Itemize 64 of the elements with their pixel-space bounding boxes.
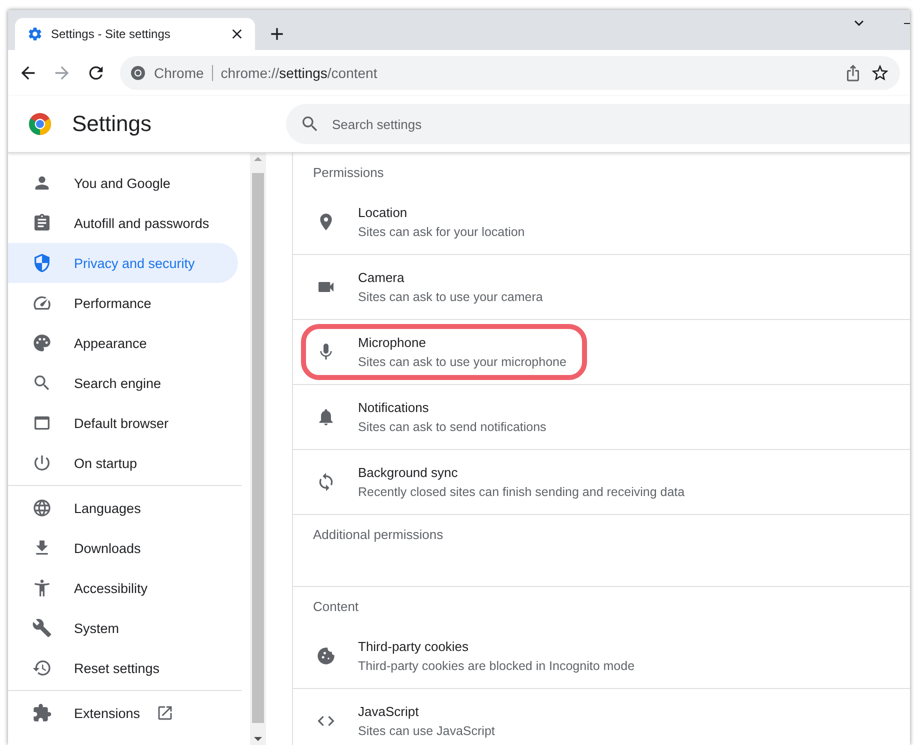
setting-title: JavaScript <box>358 704 420 719</box>
chrome-logo <box>28 112 52 136</box>
puzzle-icon <box>32 703 52 723</box>
star-icon[interactable] <box>870 63 890 83</box>
setting-row[interactable]: Location Sites can ask for your location <box>301 194 546 250</box>
cookie-icon <box>316 646 336 666</box>
setting-description: Third-party cookies are blocked in Incognito mode <box>358 659 635 673</box>
power-icon <box>32 453 52 473</box>
setting-row[interactable]: Third-party cookies Third-party cookies are blocked in Incognito mode <box>301 628 656 684</box>
setting-title: Microphone <box>358 335 427 350</box>
sidebar-item[interactable]: You and Google <box>8 163 238 203</box>
scrollbar[interactable] <box>250 153 266 745</box>
sidebar-item[interactable]: Downloads <box>8 528 238 568</box>
browser-tab[interactable]: Settings - Site settings <box>15 18 255 50</box>
history-icon <box>32 658 52 678</box>
address-bar[interactable]: Chrome chrome://settings/content <box>120 56 900 90</box>
url-text: chrome://settings/content <box>220 65 378 81</box>
sidebar-item[interactable]: Languages <box>8 488 238 528</box>
setting-description: Sites can ask to use your camera <box>358 290 543 304</box>
section-heading: Additional permissions <box>312 526 444 544</box>
setting-row[interactable]: Background sync Recently closed sites can finish sending and receiving data <box>301 454 706 510</box>
setting-title: Camera <box>358 270 406 285</box>
share-icon[interactable] <box>844 64 862 82</box>
search-field[interactable]: Search settings <box>286 104 910 144</box>
setting-title: Location <box>358 205 408 220</box>
sidebar-item[interactable]: On startup <box>8 443 238 483</box>
setting-description: Recently closed sites can finish sending and receiving data <box>358 485 685 499</box>
setting-description: Sites can ask for your location <box>358 225 525 239</box>
setting-description: Sites can use JavaScript <box>358 724 495 738</box>
chrome-icon <box>130 65 146 81</box>
highlighted-setting-row[interactable]: Microphone Sites can ask to use your microphone <box>301 324 588 380</box>
gear-icon <box>27 26 43 42</box>
sidebar-item[interactable]: Default browser <box>8 403 238 443</box>
setting-description: Sites can ask to send notifications <box>358 420 546 434</box>
setting-row[interactable]: Notifications Sites can ask to send notifications <box>301 389 568 445</box>
wrench-icon <box>32 618 52 638</box>
section-heading: Permissions <box>312 164 385 182</box>
shield-icon <box>32 253 52 273</box>
external-link-icon <box>156 704 174 722</box>
setting-row[interactable]: Camera Sites can ask to use your camera <box>301 259 564 315</box>
sidebar-item[interactable]: Autofill and passwords <box>8 203 238 243</box>
search-icon <box>300 114 320 134</box>
tab-title: Settings - Site settings <box>51 27 172 41</box>
settings-title: Settings <box>72 111 152 137</box>
site-label: Chrome <box>154 65 213 81</box>
sidebar-item[interactable]: Privacy and security <box>8 243 238 283</box>
sidebar-item[interactable]: Accessibility <box>8 568 238 608</box>
search-icon <box>32 373 52 393</box>
setting-title: Notifications <box>358 400 430 415</box>
sidebar-item[interactable]: Extensions <box>8 693 238 733</box>
setting-row[interactable]: JavaScript Sites can use JavaScript <box>301 693 516 745</box>
setting-title: Third-party cookies <box>358 639 470 654</box>
sidebar-item[interactable]: Performance <box>8 283 238 323</box>
palette-icon <box>32 333 52 353</box>
section-heading: Content <box>312 598 360 616</box>
sidebar-item[interactable]: Reset settings <box>8 648 238 688</box>
setting-title: Background sync <box>358 465 459 480</box>
accessibility-icon <box>32 578 52 598</box>
globe-icon <box>32 498 52 518</box>
sidebar-item[interactable]: Search engine <box>8 363 238 403</box>
sidebar-item[interactable]: System <box>8 608 238 648</box>
sidebar-item[interactable]: Appearance <box>8 323 238 363</box>
setting-description: Sites can ask to use your microphone <box>358 355 566 369</box>
clipboard-icon <box>32 213 52 233</box>
